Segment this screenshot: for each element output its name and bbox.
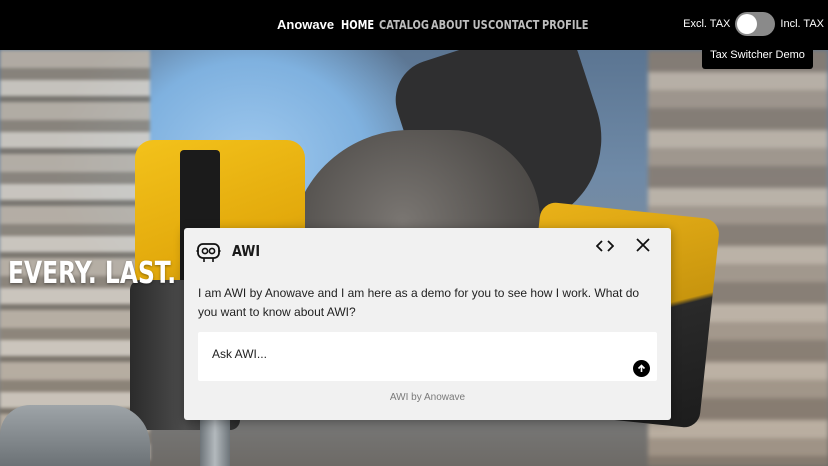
- nav-catalog[interactable]: Catalog: [379, 18, 429, 32]
- incl-tax-label: Incl. TAX: [780, 18, 824, 30]
- main-nav: Home Catalog About Us Contact Profile: [341, 18, 599, 32]
- nav-about-us[interactable]: About Us: [431, 18, 488, 32]
- chat-message: I am AWI by Anowave and I am here as a d…: [198, 286, 640, 319]
- hero-title: EVERY. LAST. B: [8, 256, 203, 291]
- demo-badge: Tax Switcher Demo: [702, 40, 813, 69]
- chat-widget: AWI I am AWI by Anowave and I am here as…: [184, 228, 671, 420]
- tax-toggle[interactable]: [735, 12, 776, 36]
- excl-tax-label: Excl. TAX: [683, 18, 731, 30]
- chat-input-box: [198, 332, 657, 381]
- scaffold-clamp: [0, 405, 150, 466]
- tax-switcher: Excl. TAX Incl. TAX: [683, 12, 824, 36]
- code-icon[interactable]: [594, 235, 616, 257]
- chat-input[interactable]: [212, 347, 612, 361]
- chat-title: AWI: [232, 242, 261, 260]
- chat-footer: AWI by Anowave: [389, 392, 466, 403]
- nav-contact[interactable]: Contact: [488, 18, 539, 32]
- nav-home[interactable]: Home: [341, 18, 374, 32]
- robot-icon: [196, 240, 221, 264]
- arrow-up-icon[interactable]: [633, 360, 650, 377]
- brand-logo[interactable]: Anowave: [277, 17, 334, 32]
- toggle-knob: [737, 14, 758, 34]
- nav-profile[interactable]: Profile: [542, 18, 589, 32]
- close-icon[interactable]: [632, 234, 654, 256]
